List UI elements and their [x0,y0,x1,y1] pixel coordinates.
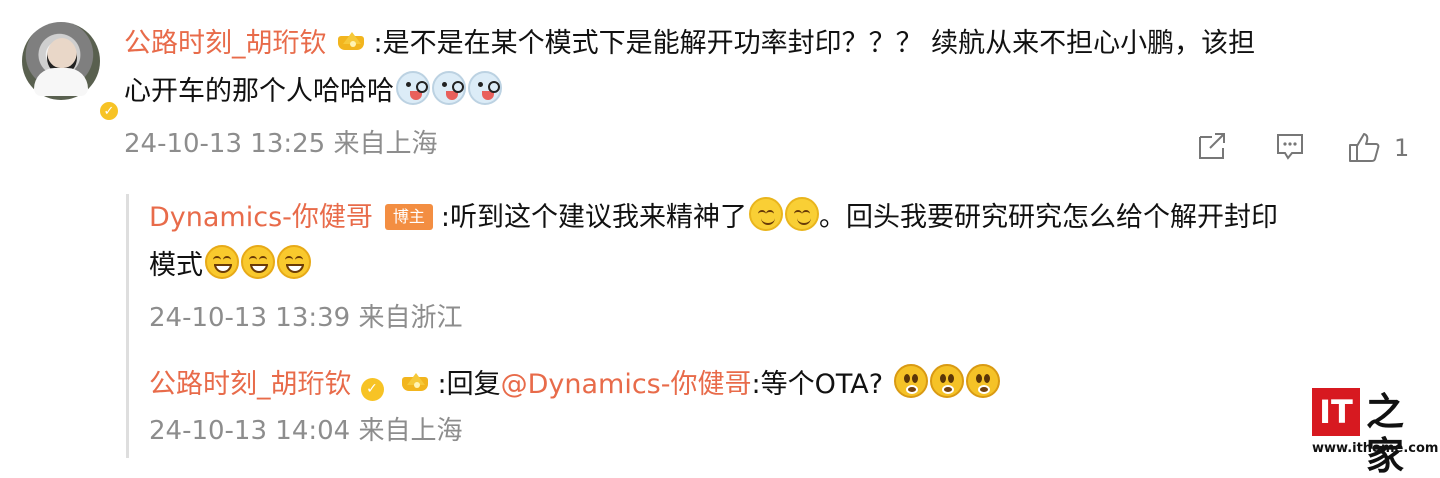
shocked-face-icon [893,364,928,398]
share-icon[interactable] [1196,130,1228,162]
grin-face-icon [241,245,275,279]
smile-face-icon [785,197,819,231]
ithome-url: www.ithome.com [1312,441,1439,456]
reply-2-username[interactable]: 公路时刻_胡珩钦 [149,369,352,400]
reply-1-line-2: 模式 [149,242,1369,290]
grin-face-icon [205,245,239,279]
comment-actions: 1 [1196,130,1416,166]
ithome-logo: IT [1312,388,1360,436]
avatar-body [34,68,88,96]
ithome-watermark: IT 之家 www.ithome.com [1312,388,1438,478]
shocked-face-icon [965,364,1000,398]
reply-2-prefix: :回复 [437,369,501,400]
shocked-face-icon [929,364,964,398]
funny-face-icon [432,71,466,105]
blogger-badge: 博主 [384,204,433,230]
like-count: 1 [1394,134,1410,162]
reply-1-text-line-2: 模式 [149,250,203,281]
reply-item: 公路时刻_胡珩钦 ✓ :回复@Dynamics-你健哥:等个OTA? 24-10-1… [149,361,1369,449]
main-comment-text-line-2: 心开车的那个人哈哈哈 [124,76,394,107]
funny-face-icon [396,71,430,105]
thumbs-up-icon[interactable] [1347,130,1380,162]
funny-face-icon [468,71,502,105]
reply-2-text: :等个OTA? [751,369,884,400]
comment-icon[interactable] [1274,130,1306,162]
crown-badge-icon [400,372,432,396]
verified-icon: ✓ [98,100,120,122]
grin-face-icon [277,245,311,279]
reply-item: Dynamics-你健哥 博主 :听到这个建议我来精神了 。回头我要研究研究怎么给个解… [149,194,1369,336]
main-comment-username[interactable]: 公路时刻_胡珩钦 [124,28,327,59]
verified-icon: ✓ [360,378,384,401]
reply-1-text-end: 。回头我要研究研究怎么给个解开封印 [819,202,1278,233]
main-comment-text-line-1: :是不是在某个模式下是能解开功率封印？？？ 续航从来不担心小鹏，该担 [373,28,1256,59]
reply-2-meta: 24-10-13 14:04 来自上海 [149,416,463,446]
ithome-logo-text: 之家 [1366,390,1405,478]
reply-thread: Dynamics-你健哥 博主 :听到这个建议我来精神了 。回头我要研究研究怎么给个解… [126,194,1391,458]
reply-2-line-1: 公路时刻_胡珩钦 ✓ :回复@Dynamics-你健哥:等个OTA? [149,361,1369,409]
user-avatar[interactable]: ✓ [22,22,120,122]
main-comment-line-2: 心开车的那个人哈哈哈 [124,68,1394,116]
reply-1-meta: 24-10-13 13:39 来自浙江 [149,303,463,333]
mention-link[interactable]: @Dynamics-你健哥 [501,369,752,400]
reply-1-line-1: Dynamics-你健哥 博主 :听到这个建议我来精神了 。回头我要研究研究怎么给个解… [149,194,1369,242]
smile-face-icon [749,197,783,231]
main-comment-line-1: 公路时刻_胡珩钦 :是不是在某个模式下是能解开功率封印？？？ 续航从来不担心小鹏，… [124,20,1394,68]
reply-1-username[interactable]: Dynamics-你健哥 [149,202,373,233]
reply-1-text-start: :听到这个建议我来精神了 [440,202,747,233]
crown-badge-icon [336,31,368,55]
